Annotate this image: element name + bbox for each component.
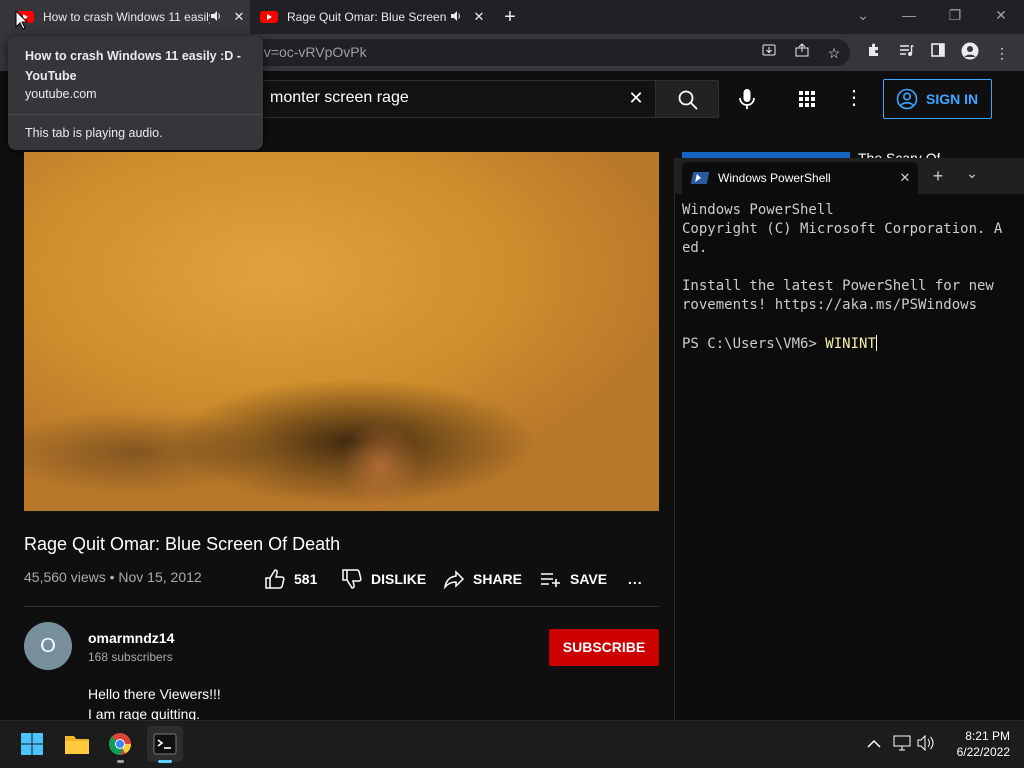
side-panel-icon[interactable] — [927, 42, 949, 64]
terminal-prompt: PS C:\Users\VM6> — [682, 336, 826, 352]
apps-grid-icon — [799, 91, 815, 107]
tab-title: How to crash Windows 11 easily :D - YouT… — [43, 10, 210, 24]
close-tab-icon[interactable]: ✕ — [468, 9, 490, 25]
install-app-icon[interactable] — [758, 42, 780, 64]
chrome-icon — [109, 733, 131, 755]
like-count: 581 — [294, 571, 318, 587]
profile-icon[interactable] — [959, 42, 981, 64]
active-indicator — [158, 760, 172, 763]
folder-icon — [65, 736, 89, 754]
clock-time[interactable]: 8:21 PM — [930, 729, 1010, 743]
terminal-output-line: rovements! https://aka.ms/PSWindows — [682, 297, 978, 313]
thumbs-down-icon — [342, 569, 362, 589]
sign-in-button[interactable]: SIGN IN — [883, 79, 992, 119]
hover-card-domain: youtube.com — [25, 87, 97, 101]
channel-name[interactable]: omarmndz14 — [88, 630, 174, 646]
share-button[interactable]: SHARE — [443, 568, 522, 590]
thumbs-up-icon — [265, 569, 285, 589]
close-window-button[interactable]: ✕ — [978, 0, 1024, 30]
close-terminal-tab-icon[interactable]: ✕ — [892, 170, 918, 186]
video-frame-highlight — [340, 420, 420, 510]
playlist-add-icon — [541, 573, 560, 587]
terminal-output-line: Install the latest PowerShell for new — [682, 278, 994, 294]
search-query-text[interactable]: monter screen rage — [270, 89, 409, 107]
speaker-icon[interactable] — [450, 10, 468, 25]
tab-rage-quit-omar[interactable]: Rage Quit Omar: Blue Screen Of Death ✕ — [250, 0, 490, 34]
start-button[interactable] — [14, 726, 50, 762]
terminal-typed-command[interactable]: WININT — [825, 336, 876, 352]
url-text[interactable]: ?v=oc-vRVpOvPk — [256, 44, 367, 60]
chrome-menu-icon[interactable]: ⋮ — [991, 42, 1013, 64]
section-divider — [24, 606, 659, 607]
extensions-icon[interactable] — [863, 42, 885, 64]
minimize-button[interactable]: — — [886, 0, 932, 30]
save-label: SAVE — [570, 571, 608, 587]
mouse-cursor-icon — [15, 9, 29, 35]
youtube-icon — [260, 11, 278, 23]
running-indicator — [117, 760, 124, 763]
save-button[interactable]: SAVE — [540, 568, 607, 590]
file-explorer-button[interactable] — [59, 726, 95, 762]
clock-date[interactable]: 6/22/2022 — [930, 745, 1010, 759]
tab-title: Rage Quit Omar: Blue Screen Of Death — [287, 10, 450, 24]
microphone-icon — [739, 89, 755, 109]
youtube-apps-button[interactable] — [794, 86, 820, 112]
tab-how-to-crash[interactable]: How to crash Windows 11 easily :D - YouT… — [0, 0, 250, 34]
terminal-output-line: ed. — [682, 240, 708, 256]
video-title: Rage Quit Omar: Blue Screen Of Death — [24, 534, 341, 554]
terminal-taskbar-button[interactable] — [147, 726, 183, 762]
subscribe-button[interactable]: SUBSCRIBE — [549, 629, 659, 666]
tab-search-icon[interactable]: ⌄ — [840, 0, 886, 30]
show-hidden-icons-chevron-icon[interactable] — [864, 735, 884, 755]
terminal-icon — [153, 733, 177, 755]
speaker-icon[interactable] — [210, 10, 228, 25]
sign-in-label: SIGN IN — [926, 91, 979, 107]
search-button[interactable] — [655, 80, 719, 118]
new-tab-button[interactable]: + — [498, 4, 522, 30]
restore-button[interactable]: ❐ — [932, 0, 978, 30]
search-icon — [678, 90, 698, 110]
chrome-taskbar-button[interactable] — [102, 726, 138, 762]
close-tab-icon[interactable]: ✕ — [228, 9, 250, 25]
like-button[interactable]: 581 — [264, 568, 317, 590]
dislike-label: DISLIKE — [371, 571, 427, 587]
description-line: Hello there Viewers!!! — [88, 686, 221, 702]
terminal-dropdown-chevron-icon[interactable]: ⌄ — [962, 165, 982, 182]
dislike-button[interactable]: DISLIKE — [341, 568, 426, 590]
terminal-tab-powershell[interactable]: Windows PowerShell ✕ — [682, 162, 918, 194]
clear-search-icon[interactable]: ✕ — [625, 87, 647, 109]
more-actions-button[interactable]: ... — [628, 568, 643, 590]
hover-card-title: How to crash Windows 11 easily :D - YouT… — [25, 49, 241, 83]
settings-more-icon[interactable]: ⋮ — [843, 86, 865, 112]
windows-logo-icon — [21, 733, 43, 755]
channel-avatar[interactable]: O — [24, 622, 72, 670]
text-cursor — [875, 335, 877, 351]
powershell-icon — [690, 172, 710, 184]
subscriber-count: 168 subscribers — [88, 650, 173, 664]
terminal-tab-title: Windows PowerShell — [718, 171, 831, 185]
account-icon — [896, 88, 918, 110]
terminal-prompt-line[interactable]: PS C:\Users\VM6> WININT — [682, 335, 1024, 352]
media-control-icon[interactable] — [895, 42, 917, 64]
hover-card-audio-status: This tab is playing audio. — [25, 126, 163, 140]
hover-card-divider — [8, 114, 263, 115]
share-arrow-icon — [443, 570, 465, 590]
terminal-output-line: Windows PowerShell — [682, 202, 834, 218]
terminal-output-line: Copyright (C) Microsoft Corporation. A — [682, 221, 1003, 237]
video-views-date: 45,560 views • Nov 15, 2012 — [24, 569, 202, 585]
share-label: SHARE — [473, 571, 523, 587]
network-icon[interactable] — [892, 735, 912, 755]
bookmark-star-icon[interactable]: ☆ — [823, 42, 845, 64]
voice-search-button[interactable] — [732, 84, 762, 114]
share-icon[interactable] — [791, 42, 813, 64]
terminal-new-tab-button[interactable]: + — [928, 166, 948, 187]
